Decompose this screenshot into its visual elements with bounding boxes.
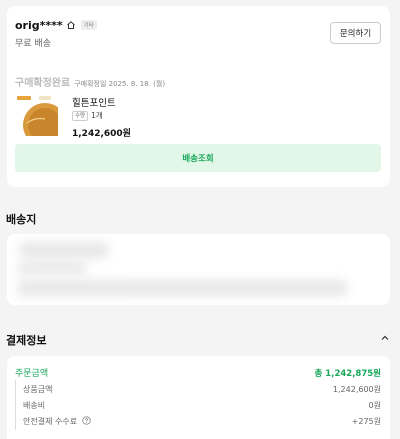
confirm-date: 구매확정일 2025. 8. 18. (월) (74, 80, 166, 88)
safe-pay-fee-row: 안전결제 수수료 +275원 (23, 416, 381, 427)
address-section-title: 배송지 (6, 213, 37, 226)
quantity-value: 1개 (91, 111, 103, 120)
blurred-recipient (19, 242, 109, 258)
shipping-fee-value: 0원 (368, 401, 381, 410)
order-amount-label: 주문금액 (15, 369, 49, 379)
shipping-fee-row: 배송비 0원 (23, 400, 381, 411)
blurred-phone (17, 262, 87, 274)
order-amount-row: 주문금액 총 1,242,875원 (15, 366, 381, 380)
blurred-address (17, 280, 347, 296)
address-card (7, 234, 390, 305)
inquiry-button[interactable]: 문의하기 (330, 22, 381, 44)
order-amount-value: 총 1,242,875원 (314, 368, 381, 379)
order-card: orig**** 기타 무료 배송 문의하기 구매확정완료 구매확정일 2025… (7, 6, 390, 187)
quantity-row: 수량 1개 (72, 110, 103, 121)
help-circle-icon[interactable] (81, 416, 91, 425)
order-status: 구매확정완료 (15, 78, 71, 89)
product-thumbnail-image (15, 93, 58, 136)
product-amount-value: 1,242,600원 (332, 385, 381, 394)
order-status-row: 구매확정완료 구매확정일 2025. 8. 18. (월) (15, 74, 165, 89)
product-thumbnail[interactable] (15, 93, 58, 136)
quantity-badge: 수량 (72, 110, 89, 121)
safe-pay-fee-label: 안전결제 수수료 (23, 417, 78, 426)
detail-divider (15, 380, 16, 430)
home-icon[interactable] (66, 20, 76, 30)
product-amount-row: 상품금액 1,242,600원 (23, 384, 381, 395)
seller-name[interactable]: orig**** (15, 19, 63, 32)
seller-row[interactable]: orig**** 기타 (15, 17, 97, 33)
tracking-button[interactable]: 배송조회 (15, 144, 381, 172)
shipping-fee-label: 배송비 (23, 401, 46, 410)
shipping-type: 무료 배송 (15, 39, 51, 49)
product-name[interactable]: 힐튼포인트 (72, 95, 116, 109)
payment-card: 주문금액 총 1,242,875원 상품금액 1,242,600원 배송비 0원… (7, 356, 390, 439)
product-amount-label: 상품금액 (23, 385, 53, 394)
safe-pay-fee-value: +275원 (351, 417, 381, 426)
chevron-up-icon[interactable] (380, 333, 390, 343)
seller-badge: 기타 (80, 20, 97, 30)
safe-pay-fee-label-wrap: 안전결제 수수료 (23, 416, 91, 427)
payment-section-title: 결제정보 (6, 334, 47, 347)
product-price: 1,242,600원 (72, 129, 131, 139)
